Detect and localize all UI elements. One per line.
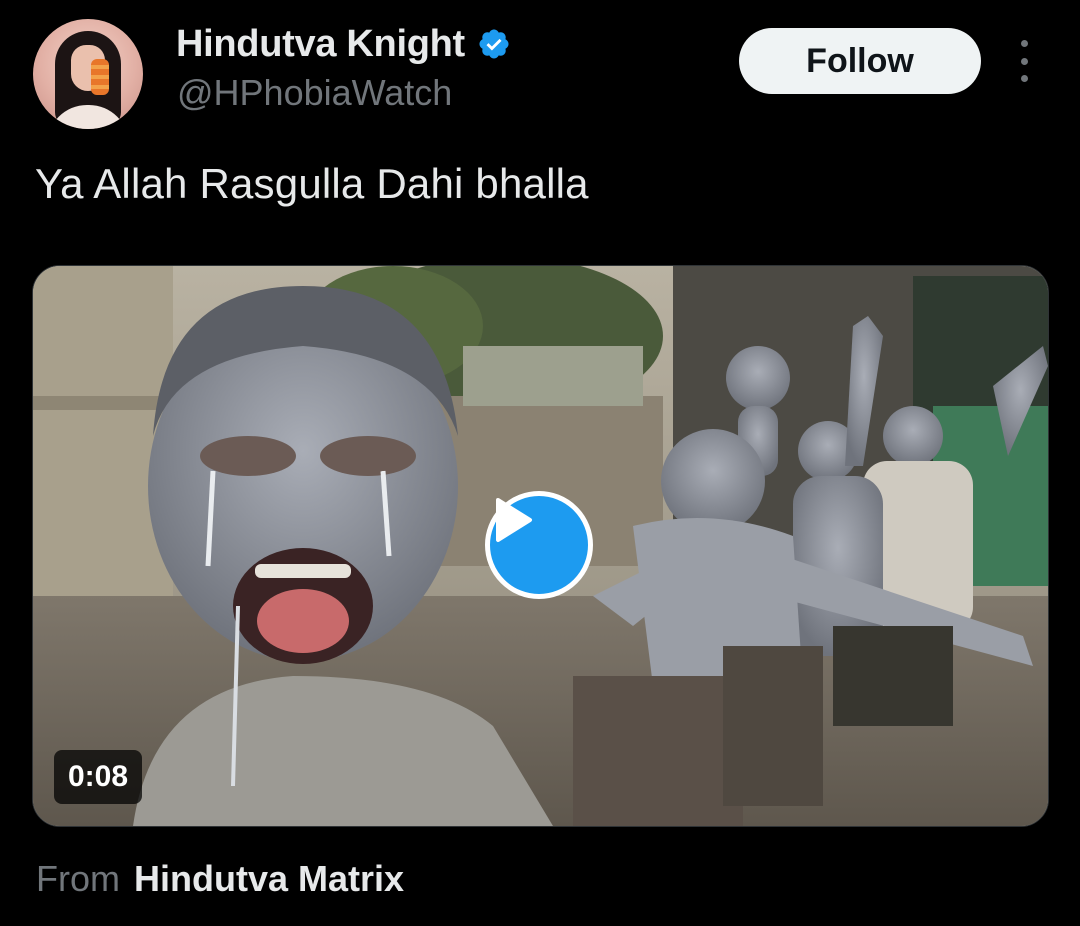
more-dot xyxy=(1020,57,1028,65)
avatar[interactable] xyxy=(33,19,143,129)
source-prefix: From xyxy=(36,858,120,899)
video-source-attribution: From Hindutva Matrix xyxy=(36,858,404,900)
video-player[interactable]: 0:08 xyxy=(32,265,1049,827)
tweet-header: Hindutva Knight @HPhobiaWatch Follow xyxy=(0,0,1080,140)
more-dot xyxy=(1020,40,1028,47)
avatar-flowers xyxy=(91,59,109,95)
verified-badge-icon xyxy=(477,27,511,61)
video-duration-badge: 0:08 xyxy=(54,750,143,804)
more-dot xyxy=(1020,75,1028,82)
author-handle[interactable]: @HPhobiaWatch xyxy=(177,72,452,114)
follow-button[interactable]: Follow xyxy=(739,28,981,94)
author-display-name[interactable]: Hindutva Knight xyxy=(176,23,465,66)
source-account-link[interactable]: Hindutva Matrix xyxy=(134,858,404,900)
more-vertical-icon[interactable] xyxy=(1010,40,1038,82)
play-icon xyxy=(496,498,532,542)
author-name-row[interactable]: Hindutva Knight xyxy=(176,22,511,66)
play-button[interactable] xyxy=(485,491,593,599)
tweet-text: Ya Allah Rasgulla Dahi bhalla xyxy=(35,160,589,207)
